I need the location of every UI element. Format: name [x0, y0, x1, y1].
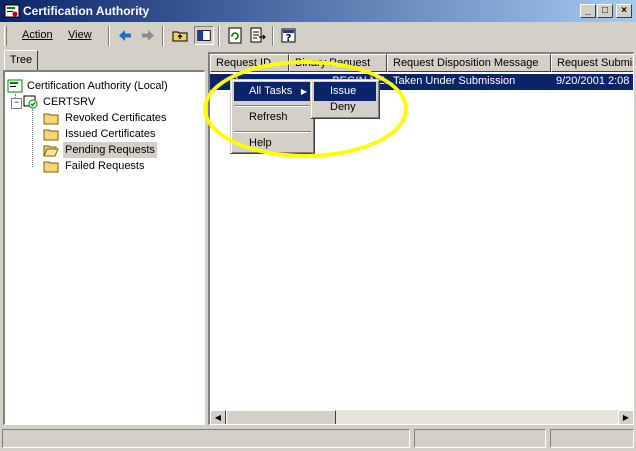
- status-panel-3: [550, 429, 634, 448]
- menu-separator: [234, 105, 311, 107]
- toolbar-separator: [162, 26, 164, 46]
- server-check-icon: [23, 95, 38, 109]
- tree-child-label: Failed Requests: [65, 160, 145, 172]
- menu-action-label: Action: [22, 29, 53, 41]
- submenu-arrow-icon: ▶: [300, 87, 307, 96]
- help-icon[interactable]: ?: [279, 26, 299, 45]
- certificate-authority-icon: [7, 79, 23, 93]
- status-bar: [2, 429, 634, 449]
- tree-child-label: Revoked Certificates: [65, 112, 167, 124]
- scroll-thumb[interactable]: [226, 410, 336, 424]
- folder-icon: [43, 113, 59, 125]
- open-folder-icon: [43, 145, 59, 157]
- menu-item-refresh[interactable]: Refresh: [234, 108, 311, 127]
- tree-pane: Certification Authority (Local) − CERTSR…: [3, 70, 205, 425]
- back-arrow-icon[interactable]: [115, 26, 135, 45]
- window-title: Certification Authority: [23, 4, 150, 18]
- column-header-submission-date[interactable]: Request Submission Date: [551, 54, 633, 72]
- minimize-button[interactable]: _: [580, 4, 596, 18]
- status-panel-main: [2, 429, 410, 448]
- maximize-button[interactable]: □: [597, 4, 613, 18]
- status-panel-2: [414, 429, 546, 448]
- menu-item-issue-label: Issue: [330, 85, 357, 97]
- tree-line: [32, 109, 34, 167]
- cell-disposition: Taken Under Submission: [393, 75, 516, 87]
- scroll-left-button[interactable]: ◀: [210, 410, 226, 424]
- tree-root-label: Certification Authority (Local): [27, 80, 168, 92]
- menu-item-deny-label: Deny: [330, 101, 356, 113]
- toolbar-grip[interactable]: [4, 26, 7, 46]
- menu-view-label: View: [68, 29, 92, 41]
- menu-item-deny[interactable]: Deny: [314, 99, 376, 116]
- close-button[interactable]: ×: [616, 4, 632, 18]
- horizontal-scrollbar[interactable]: ◀ ▶: [210, 410, 633, 424]
- column-header-request-id[interactable]: Request ID: [210, 54, 289, 72]
- tree-certsrv-label: CERTSRV: [43, 96, 96, 108]
- column-header-binary-request[interactable]: Binary Request: [289, 54, 387, 72]
- menu-view[interactable]: View: [68, 29, 92, 41]
- export-list-icon[interactable]: [248, 26, 268, 45]
- menu-separator: [234, 131, 311, 133]
- menu-action[interactable]: Action: [22, 29, 53, 41]
- menu-item-help[interactable]: Help: [234, 134, 311, 153]
- folder-icon: [43, 161, 59, 173]
- title-bar[interactable]: Certification Authority _ □ ×: [0, 0, 636, 22]
- svg-text:?: ?: [286, 33, 292, 44]
- toolbar-separator: [272, 26, 274, 46]
- refresh-icon[interactable]: [225, 26, 245, 45]
- menu-item-all-tasks-label: All Tasks: [249, 85, 293, 97]
- tree-collapse-toggle[interactable]: −: [11, 98, 22, 109]
- all-tasks-submenu: Issue Deny: [310, 79, 380, 119]
- menu-item-refresh-label: Refresh: [249, 111, 288, 123]
- context-menu: All Tasks ▶ Refresh Help: [230, 79, 315, 154]
- cell-submission-date: 9/20/2001 2:08 PM: [556, 75, 633, 87]
- certificate-app-icon: [4, 4, 20, 18]
- scroll-right-button[interactable]: ▶: [618, 410, 633, 424]
- up-folder-icon[interactable]: [170, 26, 190, 45]
- menu-item-all-tasks[interactable]: All Tasks ▶: [234, 82, 311, 101]
- show-hide-tree-icon[interactable]: [194, 26, 214, 45]
- tree-child-label: Issued Certificates: [65, 128, 156, 140]
- column-header-disposition[interactable]: Request Disposition Message: [387, 54, 551, 72]
- toolbar-separator: [218, 26, 220, 46]
- menu-toolbar: Action View ?: [2, 24, 634, 48]
- tree-child-label-selected: Pending Requests: [63, 142, 157, 158]
- tab-tree[interactable]: Tree: [4, 50, 38, 70]
- forward-arrow-icon[interactable]: [138, 26, 158, 45]
- folder-icon: [43, 129, 59, 141]
- menu-item-help-label: Help: [249, 137, 272, 149]
- toolbar-separator: [108, 26, 110, 46]
